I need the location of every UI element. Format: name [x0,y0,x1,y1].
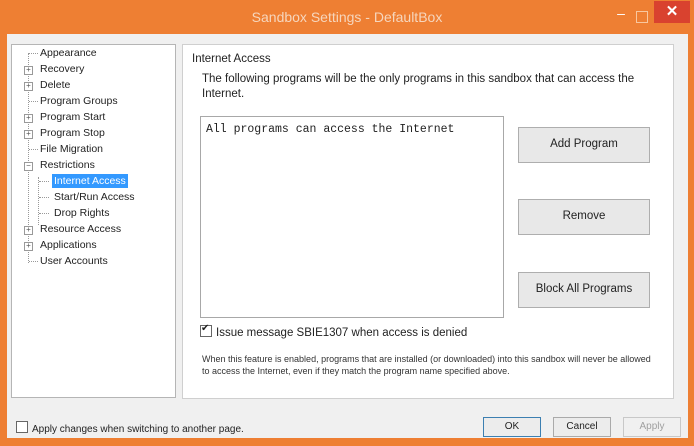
add-program-button[interactable]: Add Program [518,127,650,163]
program-list[interactable]: All programs can access the Internet [200,116,504,318]
group-title: Internet Access [189,53,274,65]
maximize-button[interactable] [636,11,648,23]
title-bar[interactable]: Sandbox Settings - DefaultBox – ✕ [0,0,694,34]
panel-description: The following programs will be the only … [202,73,635,100]
apply-on-switch-label: Apply changes when switching to another … [32,424,244,435]
apply-button[interactable]: Apply [623,417,681,437]
tree-item-applications[interactable]: Applications [40,238,97,252]
collapse-icon[interactable]: − [24,162,33,171]
tree-item-program-start[interactable]: Program Start [40,110,105,124]
settings-tree[interactable]: Appearance + Recovery + Delete Program G… [11,44,176,398]
tree-connector [39,197,49,198]
list-item[interactable]: All programs can access the Internet [206,123,454,136]
tree-item-program-stop[interactable]: Program Stop [40,126,105,140]
tree-connector [29,101,38,102]
tree-item-internet-access[interactable]: Internet Access [52,174,128,188]
tree-connector [39,213,49,214]
tree-item-user-accounts[interactable]: User Accounts [40,254,108,268]
tree-connector [29,149,38,150]
ok-button[interactable]: OK [483,417,541,437]
expand-icon[interactable]: + [24,114,33,123]
tree-item-restrictions[interactable]: Restrictions [40,158,95,172]
expand-icon[interactable]: + [24,130,33,139]
window-title: Sandbox Settings - DefaultBox [251,9,443,25]
block-all-programs-button[interactable]: Block All Programs [518,272,650,308]
tree-connector [38,177,39,225]
tree-item-recovery[interactable]: Recovery [40,62,84,76]
minimize-button[interactable]: – [614,6,628,22]
tree-item-appearance[interactable]: Appearance [40,46,97,60]
apply-on-switch-option[interactable]: Apply changes when switching to another … [16,421,244,435]
tree-item-program-groups[interactable]: Program Groups [40,94,118,108]
issue-message-option[interactable]: Issue message SBIE1307 when access is de… [200,323,468,339]
expand-icon[interactable]: + [24,226,33,235]
issue-message-label: Issue message SBIE1307 when access is de… [216,327,468,339]
tree-connector [29,53,38,54]
tree-item-delete[interactable]: Delete [40,78,70,92]
tree-item-drop-rights[interactable]: Drop Rights [54,206,109,220]
expand-icon[interactable]: + [24,66,33,75]
expand-icon[interactable]: + [24,82,33,91]
apply-on-switch-checkbox[interactable] [16,421,28,433]
tree-item-resource-access[interactable]: Resource Access [40,222,121,236]
tree-connector [29,261,38,262]
expand-icon[interactable]: + [24,242,33,251]
remove-button[interactable]: Remove [518,199,650,235]
cancel-button[interactable]: Cancel [553,417,611,437]
feature-note: When this feature is enabled, programs t… [202,354,651,376]
close-button[interactable]: ✕ [654,1,690,23]
tree-connector [39,181,49,182]
tree-item-file-migration[interactable]: File Migration [40,142,103,156]
issue-message-checkbox[interactable] [200,323,212,337]
tree-item-start-run-access[interactable]: Start/Run Access [54,190,135,204]
